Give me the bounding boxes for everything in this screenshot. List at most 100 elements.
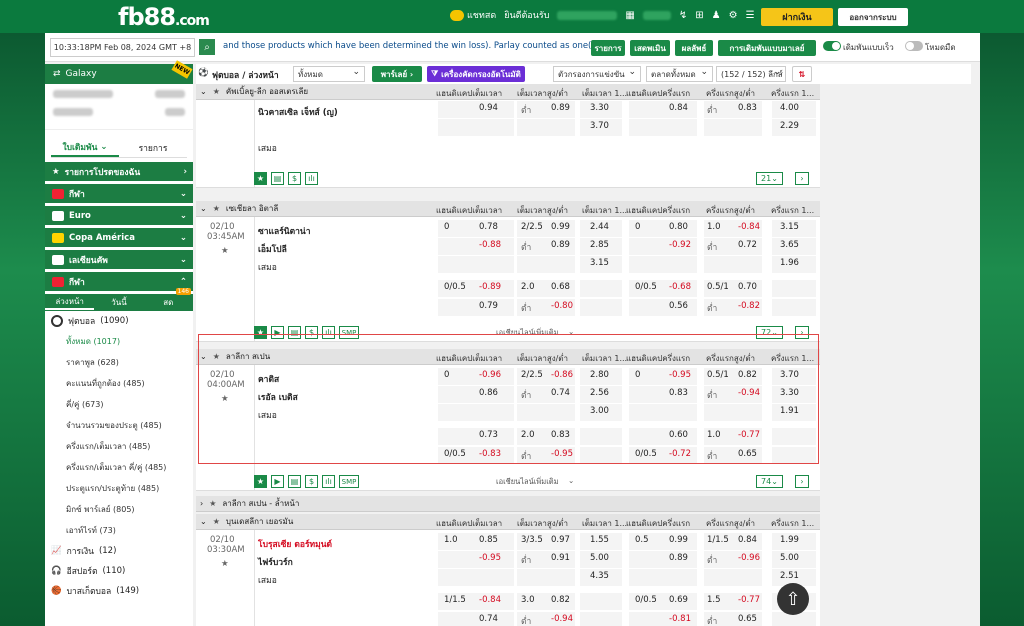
odds-value[interactable]: 0.89 [669, 553, 688, 563]
cashout-icon[interactable]: $ [305, 475, 318, 488]
statement-button[interactable]: รายการ [591, 40, 625, 56]
odds-value[interactable]: 0.85 [479, 535, 498, 545]
search-icon[interactable]: ⌕ [199, 39, 215, 55]
refresh-icon[interactable]: ↯ [679, 10, 687, 21]
odds-cell[interactable] [580, 280, 622, 297]
chart-icon[interactable]: ılı [322, 475, 335, 488]
odds-cell[interactable] [438, 551, 514, 568]
bet-type-item[interactable]: ราคาพูล (628) [45, 352, 193, 373]
sport-finance[interactable]: 📈 การเงิน (12) [45, 541, 193, 561]
away-team[interactable]: เอ็มโปลี [258, 242, 287, 256]
odds-value[interactable]: 0.68 [551, 282, 570, 292]
odds-value[interactable]: 0.89 [551, 103, 570, 113]
odds-value[interactable]: 0.82 [551, 595, 570, 605]
odds-cell[interactable] [438, 101, 514, 118]
league-header[interactable]: ⌄ ★ บุนเดสลีกา เยอรมัน แฮนดิแคปเต็มเวลา เต็ม… [196, 514, 820, 530]
odds-value[interactable]: 0.84 [669, 103, 688, 113]
odds-value[interactable]: -0.82 [738, 301, 760, 311]
odds-value[interactable]: 2.29 [780, 121, 799, 131]
league-header[interactable]: › ★ ลาลีกา สเปน - ล้ำหน้า [196, 496, 820, 512]
odds-cell[interactable] [704, 119, 762, 136]
bet-type-item[interactable]: เอาท์ไรท์ (73) [45, 520, 193, 541]
favorite-icon[interactable]: ★ [254, 475, 267, 488]
sort-icon[interactable]: ⇅ [792, 66, 812, 82]
collapse-icon[interactable]: ⌄ [200, 87, 207, 96]
menu-icon[interactable]: ☰ [746, 10, 755, 21]
odds-value[interactable]: 3.15 [780, 222, 799, 232]
odds-value[interactable]: 2.85 [590, 240, 609, 250]
odds-value[interactable]: 0.89 [551, 240, 570, 250]
odds-cell[interactable] [629, 256, 697, 273]
odds-cell[interactable] [580, 593, 622, 610]
odds-value[interactable]: 0.97 [551, 535, 570, 545]
cashout-icon[interactable]: $ [288, 172, 301, 185]
star-icon[interactable]: ★ [213, 517, 220, 526]
star-icon[interactable]: ★ [221, 559, 229, 569]
star-icon[interactable]: ★ [221, 246, 229, 256]
tab-bet-list[interactable]: รายการ [119, 138, 187, 157]
away-team[interactable]: ไฟร์บวร์ก [258, 555, 293, 569]
odds-value[interactable]: 3.70 [590, 121, 609, 131]
odds-value[interactable]: 1.96 [780, 258, 799, 268]
home-team[interactable]: นิวคาสเซิล เจ็ทส์ (ญ) [258, 105, 338, 119]
odds-cell[interactable] [438, 299, 514, 316]
bet-type-item[interactable]: ทั้งหมด (1017) [45, 331, 193, 352]
more-asian-lines-link[interactable]: เอเชียนไลน์เพิ่มเติม [496, 476, 559, 488]
menu-copa-america[interactable]: Copa América ⌄ [45, 228, 193, 247]
bet-type-item[interactable]: ประตูแรก/ประตูท้าย (485) [45, 478, 193, 499]
odds-cell[interactable] [517, 569, 575, 586]
odds-value[interactable]: 0.94 [479, 103, 498, 113]
home-team[interactable]: ซาแลร์นิตาน่า [258, 224, 310, 238]
odds-cell[interactable] [704, 256, 762, 273]
odds-value[interactable]: 0.80 [669, 222, 688, 232]
dark-mode-toggle[interactable] [905, 41, 923, 51]
odds-value[interactable]: 3.15 [590, 258, 609, 268]
league-count-select[interactable]: (152 / 152) ลีกส์ [716, 66, 786, 82]
odds-cell[interactable] [517, 256, 575, 273]
odds-value[interactable]: -0.94 [551, 614, 573, 624]
odds-value[interactable]: -0.77 [738, 595, 760, 605]
menu-sports-2[interactable]: กีฬา ⌃ [45, 272, 193, 291]
odds-value[interactable]: 0.78 [479, 222, 498, 232]
bet-type-item[interactable]: ครึ่งแรก/เต็มเวลา คี่/คู่ (485) [45, 457, 193, 478]
wallet-icon[interactable]: ▦ [625, 10, 634, 21]
logout-button[interactable]: ออกจากระบบ [838, 8, 908, 26]
bet-type-item[interactable]: มิกซ์ พาร์เลย์ (805) [45, 499, 193, 520]
sport-soccer[interactable]: ฟุตบอล (1090) [45, 311, 193, 331]
tab-early[interactable]: ล่วงหน้า [45, 295, 95, 310]
next-icon[interactable]: › [795, 172, 809, 185]
odds-cell[interactable] [629, 119, 697, 136]
odds-value[interactable]: -0.81 [669, 614, 691, 624]
live-chat-button[interactable]: แชทสด [450, 8, 496, 22]
odds-value[interactable]: 3.30 [590, 103, 609, 113]
league-select[interactable]: ทั้งหมด [293, 66, 365, 82]
chart-icon[interactable]: ılı [305, 172, 318, 185]
odds-value[interactable]: -0.88 [479, 240, 501, 250]
odds-value[interactable]: 0.72 [738, 240, 757, 250]
bet-type-item[interactable]: คี่/คู่ (673) [45, 394, 193, 415]
odds-value[interactable]: 0.56 [669, 301, 688, 311]
league-header[interactable]: ⌄ ★ คัพเบิ้ลยู-ลีก ออสเตรเลีย แฮนดิแคปเต็มเ… [196, 84, 820, 100]
sport-esports[interactable]: 🎧 อีสปอร์ต (110) [45, 561, 193, 581]
odds-cell[interactable] [438, 238, 514, 255]
odds-cell[interactable] [629, 569, 697, 586]
collapse-icon[interactable]: › [200, 499, 203, 508]
menu-euro[interactable]: Euro ⌄ [45, 206, 193, 225]
collapse-icon[interactable]: ⌄ [200, 204, 207, 213]
odds-value[interactable]: 2.51 [780, 571, 799, 581]
odds-value[interactable]: -0.80 [551, 301, 573, 311]
deposit-button[interactable]: ฝากเงิน [761, 8, 833, 26]
more-bets-button[interactable]: 74 ⌄ [756, 475, 783, 488]
odds-cell[interactable] [772, 280, 816, 297]
bet-type-item[interactable]: จำนวนรวมของประตู (485) [45, 415, 193, 436]
menu-sports[interactable]: กีฬา ⌄ [45, 184, 193, 203]
odds-cell[interactable] [580, 299, 622, 316]
odds-value[interactable]: 0.99 [669, 535, 688, 545]
star-icon[interactable]: ★ [209, 499, 216, 508]
live-stream-icon[interactable]: ▶ [271, 475, 284, 488]
odds-value[interactable]: -0.84 [479, 595, 501, 605]
menu-favorites[interactable]: ★ รายการโปรดของฉัน › [45, 162, 193, 181]
odds-type-select[interactable]: การเดิมพันแบบมาเลย์ [718, 40, 816, 56]
odds-cell[interactable] [438, 119, 514, 136]
more-bets-button[interactable]: 21 ⌄ [756, 172, 783, 185]
